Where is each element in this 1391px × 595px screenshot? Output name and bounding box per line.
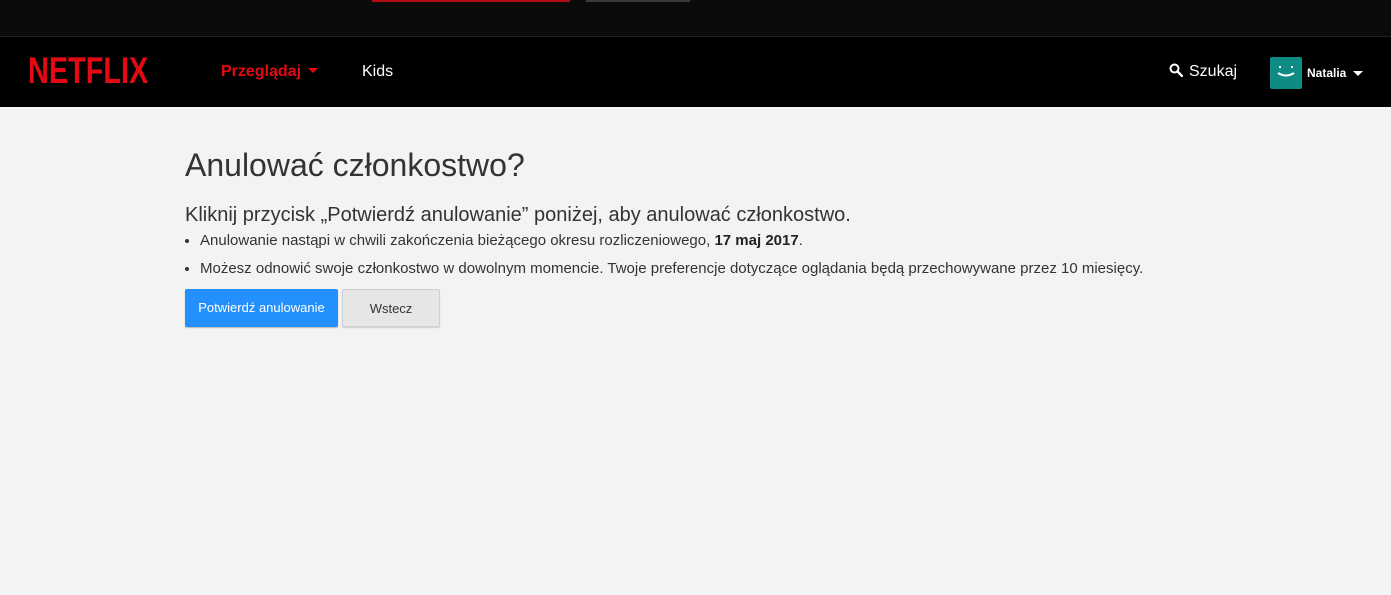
list-item: Możesz odnowić swoje członkostwo w dowol… [200, 259, 1285, 279]
back-button[interactable]: Wstecz [342, 289, 440, 327]
search-label: Szukaj [1189, 63, 1238, 80]
page-subtitle: Kliknij przycisk „Potwierdź anulowanie” … [185, 204, 851, 226]
search-icon [1169, 63, 1184, 77]
profile-name: Natalia [1307, 66, 1347, 80]
billing-end-date: 17 maj 2017 [714, 232, 799, 249]
profile-chevron-down-icon [1353, 71, 1363, 76]
top-strip [0, 0, 1391, 36]
list-item-text: Anulowanie nastąpi w chwili zakończenia … [200, 232, 715, 249]
info-list: Anulowanie nastąpi w chwili zakończenia … [185, 231, 1285, 279]
list-item: Anulowanie nastąpi w chwili zakończenia … [200, 231, 1285, 251]
avatar [1270, 57, 1302, 89]
top-navbar: NETFLIX Przeglądaj Kids Szukaj Natalia [0, 36, 1391, 107]
nav-kids-link[interactable]: Kids [362, 63, 393, 81]
red-edge-decoration [372, 0, 570, 2]
chevron-down-icon [308, 68, 319, 74]
cancel-membership-panel: Anulować członkostwo? Kliknij przycisk „… [185, 145, 1285, 327]
confirm-cancel-button[interactable]: Potwierdź anulowanie [185, 289, 338, 327]
search-button[interactable]: Szukaj [1169, 63, 1237, 81]
action-buttons: Potwierdź anulowanie Wstecz [185, 289, 1285, 327]
nav-browse-menu[interactable]: Przeglądaj [221, 63, 319, 81]
nav-browse-label: Przeglądaj [221, 63, 302, 80]
page-title: Anulować członkostwo? [185, 147, 525, 183]
smiley-face-icon [1277, 66, 1295, 77]
netflix-logo[interactable]: NETFLIX [28, 51, 148, 91]
list-item-text: Możesz odnowić swoje członkostwo w dowol… [200, 260, 1144, 277]
grey-edge-decoration [586, 0, 690, 2]
list-item-end: . [798, 232, 803, 249]
